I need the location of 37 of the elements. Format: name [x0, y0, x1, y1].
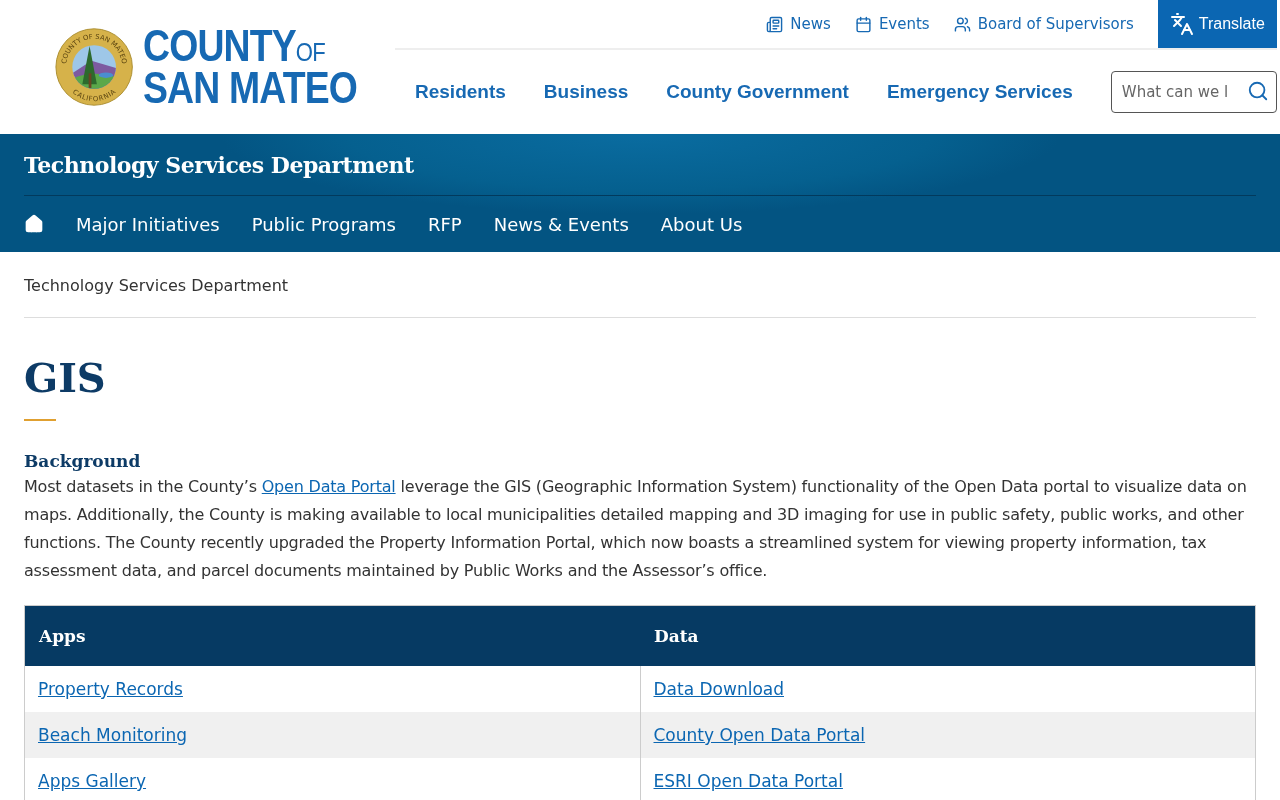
department-nav-link[interactable]: About Us: [660, 213, 743, 235]
search-icon[interactable]: [1246, 80, 1269, 102]
translate-button[interactable]: Translate: [1157, 0, 1277, 48]
table-link[interactable]: Property Records: [38, 679, 183, 699]
translate-icon: [1169, 12, 1194, 36]
table-link[interactable]: Data Download: [653, 679, 784, 699]
main-nav-link[interactable]: Residents: [415, 81, 506, 103]
county-wordmark[interactable]: COUNTYOF SAN MATEO: [143, 25, 395, 109]
calendar-icon: [854, 15, 872, 33]
breadcrumb: Technology Services Department: [24, 252, 1256, 318]
main-nav-link[interactable]: Emergency Services: [886, 81, 1073, 103]
department-nav-link[interactable]: Major Initiatives: [76, 213, 220, 235]
newspaper-icon: [766, 15, 784, 33]
utility-link-label: News: [790, 15, 831, 33]
section-heading: Background: [24, 451, 142, 471]
open-data-portal-link[interactable]: Open Data Portal: [261, 477, 396, 496]
home-icon[interactable]: [24, 214, 44, 234]
department-title[interactable]: Technology Services Department: [24, 134, 1256, 196]
department-nav-link[interactable]: News & Events: [493, 213, 629, 235]
background-paragraph: Most datasets in the County’s Open Data Portal leverage the GIS (Geographic Information System) functionality of the Open Data portal to visualize data on maps. Additionally, the County is making available to local municipalities detailed mapping and 3D imaging for use in public safety, public works, and other functions. The County recently upgraded the Property Information Portal, which now boasts a streamlined system for viewing property information, tax assessment data, and parcel documents maintained by Public Works and the Assessor’s office.: [24, 476, 1248, 582]
table-link[interactable]: ESRI Open Data Portal: [653, 771, 843, 791]
column-header: Data: [640, 605, 1256, 666]
utility-link[interactable]: Events: [854, 15, 930, 33]
department-nav-link[interactable]: Public Programs: [251, 213, 396, 235]
utility-link[interactable]: News: [766, 15, 831, 33]
department-nav-link[interactable]: RFP: [428, 213, 462, 235]
table-link[interactable]: Beach Monitoring: [38, 725, 187, 745]
column-header: Apps: [24, 605, 640, 666]
translate-label: Translate: [1198, 15, 1265, 33]
main-nav-link[interactable]: Business: [543, 81, 629, 103]
table-link[interactable]: County Open Data Portal: [653, 725, 866, 745]
people-icon: [953, 15, 971, 33]
table-link[interactable]: Apps Gallery: [38, 771, 147, 791]
utility-link-label: Events: [878, 15, 930, 33]
page-title: GIS: [24, 354, 107, 401]
search-field[interactable]: What can we l: [1110, 71, 1277, 113]
main-nav-link[interactable]: County Government: [666, 81, 849, 103]
